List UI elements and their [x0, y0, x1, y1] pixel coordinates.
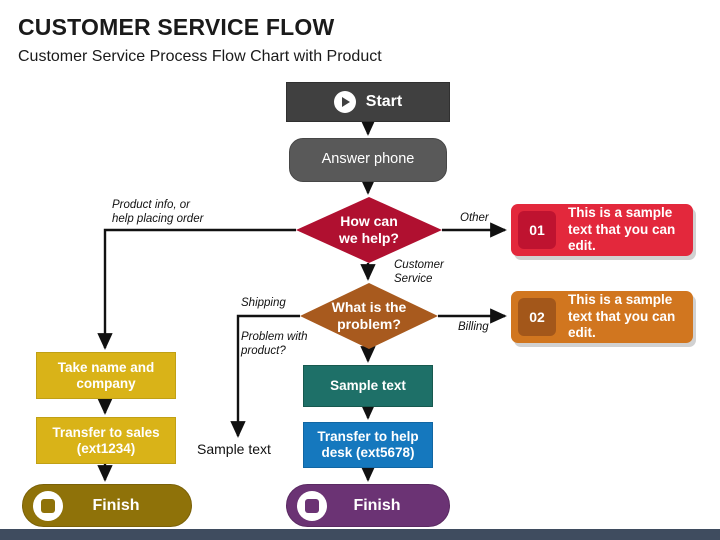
- page-subtitle: Customer Service Process Flow Chart with…: [18, 48, 382, 65]
- node-decision-what-is-the-problem[interactable]: What is the problem?: [300, 283, 438, 349]
- stop-icon: [297, 490, 327, 521]
- callout-01-number: 01: [518, 211, 556, 249]
- slide-canvas: CUSTOMER SERVICE FLOW Customer Service P…: [0, 0, 720, 540]
- page-title: CUSTOMER SERVICE FLOW: [18, 14, 335, 40]
- node-finish-right[interactable]: Finish: [286, 484, 450, 527]
- node-transfer-to-sales-label: Transfer to sales (ext1234): [52, 424, 160, 456]
- edge-label-problem-with-product: Problem with product?: [241, 331, 308, 358]
- edge-label-billing: Billing: [458, 321, 489, 333]
- node-transfer-to-help-desk-label: Transfer to help desk (ext5678): [317, 429, 419, 460]
- node-take-name-and-company-label: Take name and company: [57, 359, 155, 391]
- callout-01-text: This is a sample text that you can edit.: [568, 204, 676, 254]
- callout-01[interactable]: 01 This is a sample text that you can ed…: [511, 204, 693, 256]
- play-icon: [333, 91, 356, 113]
- edge-label-customer-service: Customer Service: [394, 259, 444, 286]
- node-sample-text-label: Sample text: [330, 378, 406, 394]
- diamond-shape: [296, 197, 442, 263]
- stop-icon: [33, 490, 63, 521]
- edge-label-other: Other: [460, 212, 489, 224]
- edge-label-product-info: Product info, or help placing order: [112, 199, 204, 226]
- node-take-name-and-company[interactable]: Take name and company: [36, 352, 176, 399]
- node-finish-right-label: Finish: [353, 496, 401, 514]
- callout-02-number: 02: [518, 298, 556, 336]
- diamond-shape: [300, 283, 438, 349]
- callout-02[interactable]: 02 This is a sample text that you can ed…: [511, 291, 693, 343]
- node-transfer-to-sales[interactable]: Transfer to sales (ext1234): [36, 417, 176, 464]
- node-finish-left[interactable]: Finish: [22, 484, 192, 527]
- free-text-sample-text: Sample text: [197, 441, 271, 457]
- node-start[interactable]: Start: [286, 82, 450, 122]
- node-answer-phone[interactable]: Answer phone: [289, 138, 447, 182]
- node-answer-phone-label: Answer phone: [321, 151, 415, 168]
- edge-label-shipping: Shipping: [241, 297, 286, 309]
- node-start-label: Start: [365, 92, 403, 110]
- node-decision-how-can-we-help[interactable]: How can we help?: [296, 197, 442, 263]
- node-finish-left-label: Finish: [92, 496, 140, 514]
- node-sample-text[interactable]: Sample text: [303, 365, 433, 407]
- node-transfer-to-help-desk[interactable]: Transfer to help desk (ext5678): [303, 422, 433, 468]
- callout-02-text: This is a sample text that you can edit.: [568, 291, 676, 341]
- footer-bar: [0, 529, 720, 540]
